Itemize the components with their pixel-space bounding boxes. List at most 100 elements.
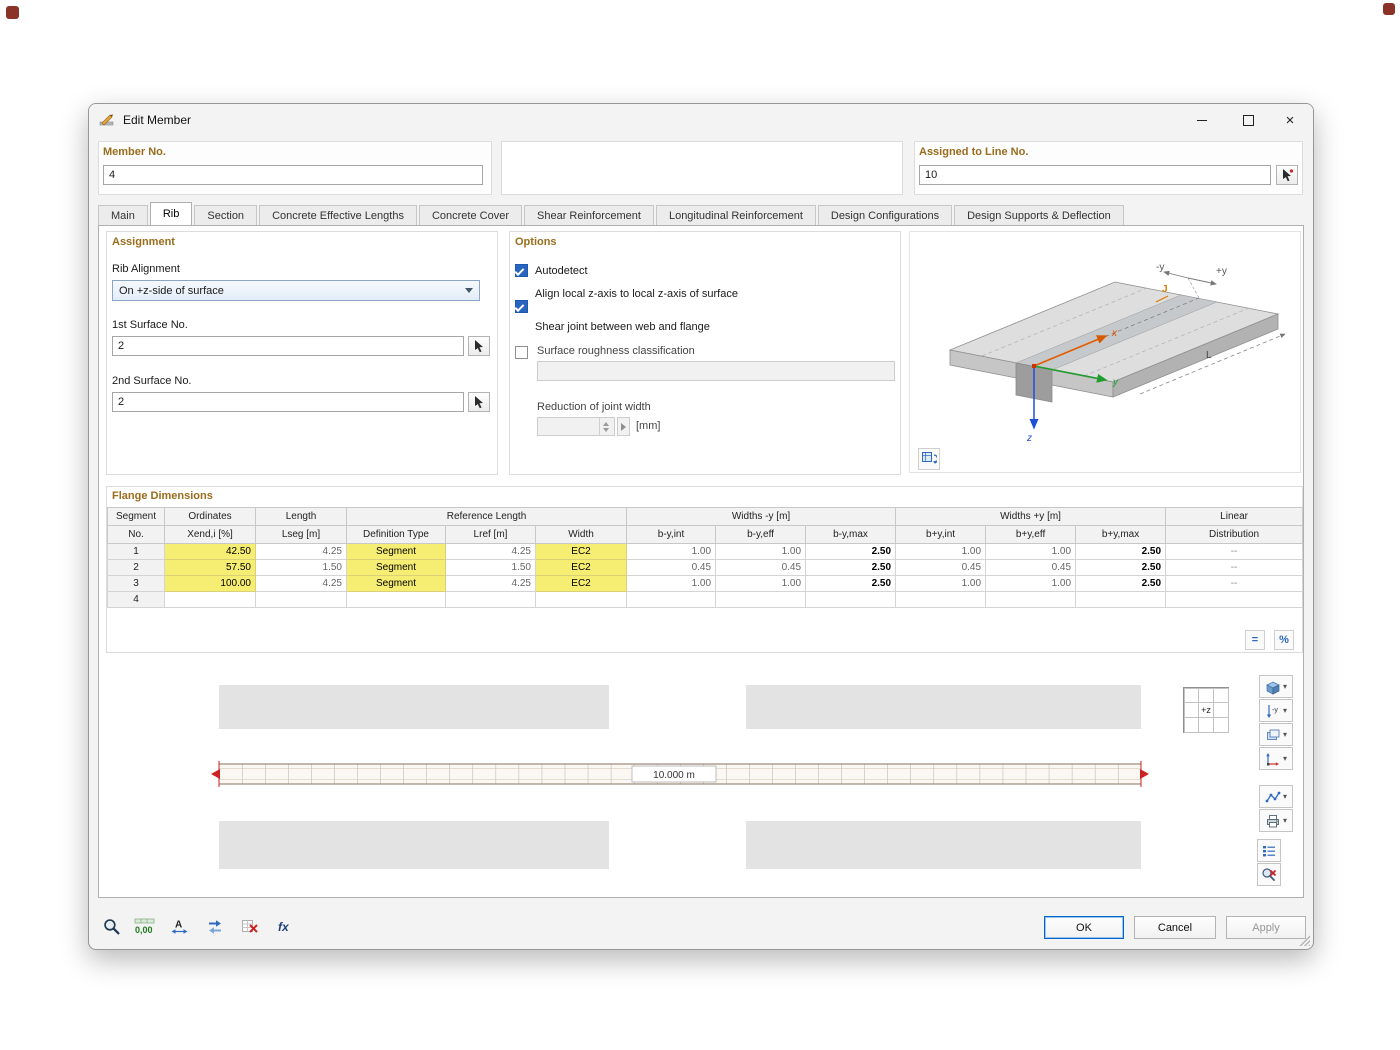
select-line-button[interactable] — [1276, 165, 1298, 185]
view-grid-cell-center[interactable]: +z — [1198, 702, 1214, 718]
apply-button[interactable]: Apply — [1226, 916, 1306, 939]
view-grid-cell[interactable] — [1198, 717, 1214, 733]
cancel-button[interactable]: Cancel — [1134, 916, 1216, 939]
tab-concrete-effective-lengths[interactable]: Concrete Effective Lengths — [259, 205, 417, 225]
view-grid-cell[interactable] — [1213, 717, 1229, 733]
definition-type-cell[interactable]: Segment — [347, 576, 446, 592]
tab-design-supports-deflection[interactable]: Design Supports & Deflection — [954, 205, 1124, 225]
units-button[interactable]: A — [167, 913, 193, 939]
view-grid-cell[interactable] — [1184, 702, 1200, 718]
linear-distribution-cell[interactable]: -- — [1166, 560, 1303, 576]
b-my-eff-cell[interactable] — [716, 592, 806, 608]
b-my-int-cell[interactable] — [627, 592, 716, 608]
result-diagram-button[interactable]: ▾ — [1259, 785, 1293, 808]
select-surface2-button[interactable] — [468, 392, 490, 412]
b-py-max-cell[interactable]: 2.50 — [1076, 576, 1166, 592]
decimal-places-button[interactable]: 0,00 — [132, 913, 158, 939]
view-grid-cell[interactable] — [1184, 688, 1200, 704]
view-direction-grid[interactable]: +z — [1183, 687, 1229, 733]
beam-plan-view[interactable]: 10.000 m — [106, 661, 1168, 891]
definition-type-cell[interactable]: Segment — [347, 544, 446, 560]
maximize-button[interactable] — [1225, 104, 1271, 136]
rib-alignment-select[interactable]: On +z-side of surface — [112, 280, 480, 301]
b-py-int-cell[interactable]: 1.00 — [896, 576, 986, 592]
definition-type-cell[interactable] — [347, 592, 446, 608]
b-my-eff-cell[interactable]: 0.45 — [716, 560, 806, 576]
view-grid-cell[interactable] — [1184, 717, 1200, 733]
tab-longitudinal-reinforcement[interactable]: Longitudinal Reinforcement — [656, 205, 816, 225]
length-cell[interactable]: 4.25 — [256, 576, 347, 592]
member-no-input[interactable]: 4 — [103, 165, 483, 185]
b-py-int-cell[interactable] — [896, 592, 986, 608]
formula-button[interactable]: fx — [272, 913, 298, 939]
definition-type-cell[interactable]: Segment — [347, 560, 446, 576]
width-cell[interactable]: EC2 — [536, 560, 627, 576]
align-z-checkbox[interactable] — [515, 300, 528, 313]
minimize-button[interactable] — [1179, 104, 1225, 136]
b-my-max-cell[interactable]: 2.50 — [806, 544, 896, 560]
ordinate-cell[interactable]: 42.50 — [165, 544, 256, 560]
view-grid-cell[interactable] — [1198, 688, 1214, 704]
b-my-eff-cell[interactable]: 1.00 — [716, 576, 806, 592]
transfer-values-button[interactable] — [202, 913, 228, 939]
percent-values-button[interactable]: % — [1274, 630, 1294, 650]
width-cell[interactable]: EC2 — [536, 576, 627, 592]
b-py-max-cell[interactable] — [1076, 592, 1166, 608]
tab-design-configurations[interactable]: Design Configurations — [818, 205, 952, 225]
absolute-values-button[interactable]: = — [1245, 630, 1265, 650]
lref-cell[interactable]: 4.25 — [446, 544, 536, 560]
b-my-max-cell[interactable] — [806, 592, 896, 608]
b-py-int-cell[interactable]: 0.45 — [896, 560, 986, 576]
b-py-max-cell[interactable]: 2.50 — [1076, 544, 1166, 560]
segment-no-cell[interactable]: 3 — [108, 576, 165, 592]
shear-joint-checkbox[interactable] — [515, 346, 528, 359]
length-cell[interactable] — [256, 592, 347, 608]
tab-rib[interactable]: Rib — [150, 202, 193, 225]
b-py-eff-cell[interactable] — [986, 592, 1076, 608]
surface2-input[interactable]: 2 — [112, 392, 464, 412]
assigned-line-input[interactable]: 10 — [919, 165, 1271, 185]
b-my-eff-cell[interactable]: 1.00 — [716, 544, 806, 560]
lref-cell[interactable]: 4.25 — [446, 576, 536, 592]
view-grid-cell[interactable] — [1213, 688, 1229, 704]
coordinate-system-button[interactable]: ▾ — [1259, 747, 1293, 770]
select-surface1-button[interactable] — [468, 336, 490, 356]
ordinate-cell[interactable] — [165, 592, 256, 608]
tab-main[interactable]: Main — [98, 205, 148, 225]
resize-grip[interactable] — [1298, 934, 1310, 946]
title-bar[interactable]: Edit Member × — [89, 104, 1313, 136]
b-py-eff-cell[interactable]: 0.45 — [986, 560, 1076, 576]
linear-distribution-cell[interactable]: -- — [1166, 544, 1303, 560]
b-my-max-cell[interactable]: 2.50 — [806, 576, 896, 592]
refresh-view-button[interactable] — [918, 448, 940, 470]
b-my-max-cell[interactable]: 2.50 — [806, 560, 896, 576]
b-my-int-cell[interactable]: 0.45 — [627, 560, 716, 576]
length-cell[interactable]: 1.50 — [256, 560, 347, 576]
b-py-max-cell[interactable]: 2.50 — [1076, 560, 1166, 576]
autodetect-checkbox[interactable] — [515, 264, 528, 277]
ok-button[interactable]: OK — [1044, 916, 1124, 939]
tab-shear-reinforcement[interactable]: Shear Reinforcement — [524, 205, 654, 225]
segment-no-cell[interactable]: 1 — [108, 544, 165, 560]
lref-cell[interactable] — [446, 592, 536, 608]
tab-concrete-cover[interactable]: Concrete Cover — [419, 205, 522, 225]
b-my-int-cell[interactable]: 1.00 — [627, 544, 716, 560]
close-button[interactable]: × — [1267, 104, 1313, 136]
width-cell[interactable] — [536, 592, 627, 608]
view-grid-cell[interactable] — [1213, 702, 1229, 718]
find-in-graphic-button[interactable] — [98, 913, 124, 939]
tab-section[interactable]: Section — [194, 205, 257, 225]
ordinate-cell[interactable]: 100.00 — [165, 576, 256, 592]
delete-entries-button[interactable] — [237, 913, 263, 939]
print-graphic-button[interactable]: ▾ — [1259, 809, 1293, 832]
segment-no-cell[interactable]: 2 — [108, 560, 165, 576]
display-options-button[interactable]: ▾ — [1259, 723, 1293, 746]
view-3d-button[interactable]: ▾ — [1259, 675, 1293, 698]
surface1-input[interactable]: 2 — [112, 336, 464, 356]
graphic-settings-button[interactable] — [1257, 839, 1281, 862]
width-cell[interactable]: EC2 — [536, 544, 627, 560]
b-py-eff-cell[interactable]: 1.00 — [986, 576, 1076, 592]
rib-3d-view[interactable]: -y +y L J x y z — [909, 231, 1301, 473]
ordinate-cell[interactable]: 57.50 — [165, 560, 256, 576]
b-py-int-cell[interactable]: 1.00 — [896, 544, 986, 560]
